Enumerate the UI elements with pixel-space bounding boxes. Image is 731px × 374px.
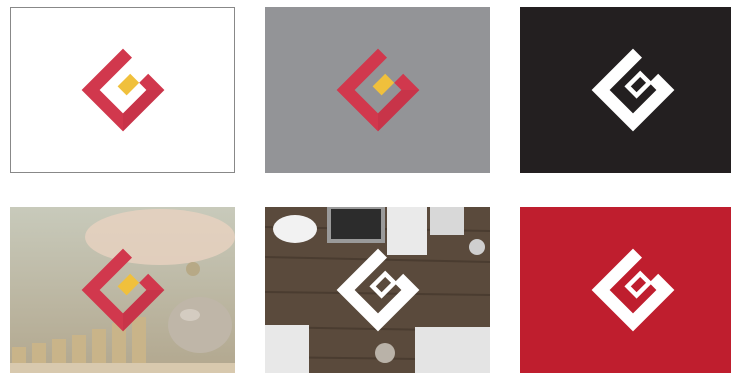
logo-on-gray-tile [265, 7, 490, 173]
brand-logo-icon [588, 45, 678, 135]
logo-on-red-tile [520, 207, 731, 373]
brand-logo-icon [333, 45, 423, 135]
logo-on-white-tile [10, 7, 235, 173]
logo-on-black-tile [520, 7, 731, 173]
brand-logo-icon [78, 245, 168, 335]
logo-on-desk-photo-tile [265, 207, 490, 373]
brand-logo-icon [588, 245, 678, 335]
brand-logo-icon [333, 245, 423, 335]
brand-logo-icon [78, 45, 168, 135]
logo-on-savings-photo-tile [10, 207, 235, 373]
